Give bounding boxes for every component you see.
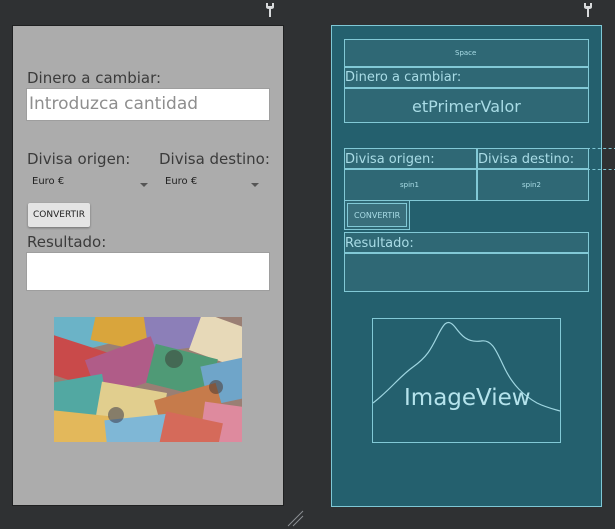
result-label-outline[interactable]: Resultado: bbox=[344, 232, 589, 253]
amount-input[interactable]: Introduzca cantidad bbox=[26, 88, 270, 121]
spinner1-outline[interactable]: spin1 bbox=[344, 169, 477, 201]
convert-button-label: CONVERTIR bbox=[354, 211, 401, 220]
amount-label: Dinero a cambiar: bbox=[345, 70, 462, 85]
amount-label-outline[interactable]: Dinero a cambiar: bbox=[344, 67, 589, 88]
amount-label: Dinero a cambiar: bbox=[27, 69, 162, 87]
target-currency-spinner[interactable]: Euro € bbox=[165, 176, 259, 194]
spinner2-outline[interactable]: spin2 bbox=[477, 169, 589, 201]
source-label-outline[interactable]: Divisa origen: bbox=[344, 148, 477, 169]
source-currency-label: Divisa origen: bbox=[27, 150, 131, 168]
result-field[interactable] bbox=[26, 252, 270, 291]
overflow-guide bbox=[587, 148, 615, 170]
target-label-outline[interactable]: Divisa destino: bbox=[477, 148, 589, 169]
spinner1-id: spin1 bbox=[400, 181, 419, 189]
image-view-label: ImageView bbox=[404, 385, 531, 411]
wrench-icon[interactable] bbox=[581, 2, 595, 18]
result-label: Resultado: bbox=[27, 233, 107, 251]
space-label: Space bbox=[455, 49, 477, 57]
amount-placeholder: Introduzca cantidad bbox=[29, 94, 199, 114]
resize-handle-icon[interactable] bbox=[286, 509, 304, 527]
wrench-icon[interactable] bbox=[263, 2, 277, 18]
target-currency-value: Euro € bbox=[165, 176, 198, 187]
convert-button[interactable]: CONVERTIR bbox=[28, 203, 90, 227]
space-element[interactable]: Space bbox=[344, 39, 589, 67]
dropdown-arrow-icon bbox=[251, 183, 259, 187]
source-currency-label: Divisa origen: bbox=[345, 152, 435, 167]
design-preview: Dinero a cambiar: Introduzca cantidad Di… bbox=[12, 25, 284, 506]
amount-input-outline[interactable]: etPrimerValor bbox=[344, 88, 589, 123]
convert-button[interactable]: CONVERTIR bbox=[347, 203, 407, 227]
source-currency-value: Euro € bbox=[32, 176, 65, 187]
dropdown-arrow-icon bbox=[140, 183, 148, 187]
target-currency-label: Divisa destino: bbox=[478, 152, 575, 167]
convert-button-outline[interactable]: CONVERTIR bbox=[344, 200, 410, 230]
source-currency-spinner[interactable]: Euro € bbox=[32, 176, 148, 194]
amount-input-id: etPrimerValor bbox=[412, 97, 521, 116]
image-view-placeholder[interactable]: ImageView bbox=[372, 318, 561, 443]
spinner2-id: spin2 bbox=[522, 181, 541, 189]
result-field-outline[interactable] bbox=[344, 253, 589, 292]
blueprint-view: Space Dinero a cambiar: etPrimerValor Di… bbox=[331, 25, 615, 507]
banknotes-image bbox=[54, 317, 242, 442]
result-label: Resultado: bbox=[345, 236, 414, 251]
target-currency-label: Divisa destino: bbox=[159, 150, 270, 168]
